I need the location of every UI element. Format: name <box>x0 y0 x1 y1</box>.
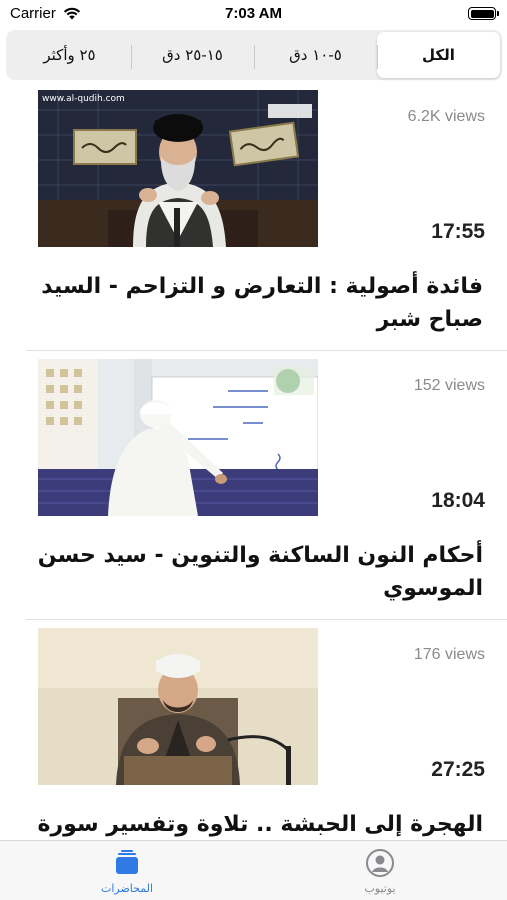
duration-filter-segmented-control: الكل ٥-١٠ دق ١٥-٢٥ دق ٢٥ وأكثر <box>6 30 502 80</box>
tab-lectures[interactable]: المحاضرات <box>67 847 187 895</box>
video-title[interactable]: الهجرة إلى الحبشة .. تلاوة وتفسير سورة ا… <box>24 808 483 840</box>
video-title[interactable]: فائدة أصولية : التعارض و التزاحم - السيد… <box>24 270 483 336</box>
video-duration: 18:04 <box>431 489 485 512</box>
video-duration: 27:25 <box>431 758 485 781</box>
svg-text:www.al-qudih.com: www.al-qudih.com <box>42 94 125 104</box>
stack-icon <box>116 850 138 874</box>
video-thumbnail[interactable] <box>38 628 318 785</box>
video-title[interactable]: أحكام النون الساكنة والتنوين - سيد حسن ا… <box>24 539 483 605</box>
tab-youtube-label: يوتيوب <box>364 882 396 895</box>
status-time: 7:03 AM <box>225 5 282 22</box>
tab-lectures-label: المحاضرات <box>100 882 154 895</box>
video-thumbnail[interactable] <box>38 359 318 516</box>
status-bar: Carrier 7:03 AM <box>0 0 507 26</box>
video-thumbnail[interactable]: www.al-qudih.com <box>38 90 318 247</box>
video-list[interactable]: www.al-qudih.com 6.2K views 17:55 فائدة … <box>0 82 507 840</box>
filter-15-25-min[interactable]: ١٥-٢٥ دق <box>131 32 255 78</box>
tab-bar: المحاضرات يوتيوب <box>0 840 507 900</box>
video-views: 6.2K views <box>407 108 485 125</box>
video-list-item[interactable]: 152 views 18:04 أحكام النون الساكنة والت… <box>0 351 507 620</box>
video-list-item[interactable]: 176 views 27:25 الهجرة إلى الحبشة .. تلا… <box>0 620 507 840</box>
video-views: 176 views <box>413 646 485 663</box>
video-duration: 17:55 <box>431 220 485 243</box>
video-views: 152 views <box>413 377 485 394</box>
filter-all[interactable]: الكل <box>377 32 500 78</box>
video-list-item[interactable]: www.al-qudih.com 6.2K views 17:55 فائدة … <box>0 82 507 351</box>
battery-icon <box>468 7 499 20</box>
tab-youtube[interactable]: يوتيوب <box>320 847 440 895</box>
person-circle-icon <box>366 849 394 877</box>
filter-25-plus-min[interactable]: ٢٥ وأكثر <box>8 32 132 78</box>
filter-5-10-min[interactable]: ٥-١٠ دق <box>254 32 378 78</box>
